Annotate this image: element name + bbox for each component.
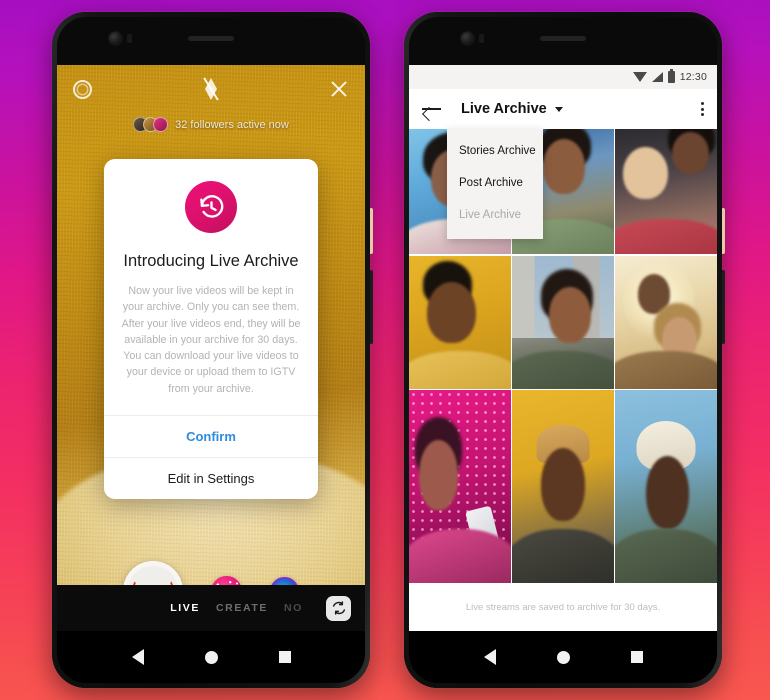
grid-item[interactable] <box>512 255 614 389</box>
proximity-sensor-icon <box>479 34 484 43</box>
signal-icon <box>651 72 663 82</box>
grid-item[interactable] <box>409 255 511 389</box>
phone-bezel-top <box>57 17 365 65</box>
mode-tab-normal[interactable]: NO <box>284 602 310 614</box>
footer-note-label: Live streams are saved to archive for 30… <box>465 601 661 613</box>
dropdown-item-live-archive[interactable]: Live Archive <box>447 199 543 231</box>
live-camera-screen: 32 followers active now LIVE CREATE NO I… <box>57 65 365 631</box>
nav-recents-icon[interactable] <box>278 651 291 663</box>
earpiece-speaker <box>188 36 234 41</box>
nav-home-icon[interactable] <box>556 650 570 664</box>
phone-bezel-top <box>409 17 717 65</box>
avatar-group <box>133 117 169 132</box>
chevron-down-icon[interactable] <box>554 106 563 112</box>
history-restore-icon <box>185 181 237 233</box>
grid-item[interactable] <box>615 390 717 583</box>
grid-item[interactable] <box>615 255 717 389</box>
app-bar: Live Archive <box>409 89 717 129</box>
edit-in-settings-button[interactable]: Edit in Settings <box>104 456 318 499</box>
wifi-icon <box>632 72 647 82</box>
nav-back-icon[interactable] <box>131 649 144 665</box>
flash-off-icon[interactable] <box>202 77 219 101</box>
proximity-sensor-icon <box>127 34 132 43</box>
nav-home-icon[interactable] <box>204 650 218 664</box>
dialog-title: Introducing Live Archive <box>123 252 299 270</box>
page-title: Live Archive <box>461 101 547 117</box>
camera-top-bar <box>57 65 365 113</box>
confirm-button[interactable]: Confirm <box>104 414 318 457</box>
dialog-body: Now your live videos will be kept in you… <box>121 285 301 395</box>
back-arrow-icon[interactable] <box>422 101 441 117</box>
front-camera-icon <box>109 32 122 45</box>
gear-icon[interactable] <box>73 79 92 99</box>
nav-back-icon[interactable] <box>483 649 496 665</box>
close-icon[interactable] <box>329 79 349 99</box>
camera-mode-bar: LIVE CREATE NO <box>57 585 365 631</box>
grid-item[interactable] <box>615 129 717 254</box>
clock-label: 12:30 <box>679 71 707 83</box>
nav-recents-icon[interactable] <box>630 651 643 663</box>
grid-item[interactable] <box>409 390 511 583</box>
overflow-menu-icon[interactable] <box>701 102 704 116</box>
grid-item[interactable] <box>512 390 614 583</box>
mode-tab-live[interactable]: LIVE <box>170 602 200 614</box>
battery-icon <box>667 69 675 83</box>
front-camera-icon <box>461 32 474 45</box>
live-archive-screen: 12:30 Live Archive Stories Archive Post … <box>409 65 717 631</box>
phone-left: 32 followers active now LIVE CREATE NO I… <box>52 12 373 688</box>
avatar <box>153 117 169 132</box>
status-bar: 12:30 <box>409 65 717 89</box>
earpiece-speaker <box>540 36 586 41</box>
archive-footer-note: Live streams are saved to archive for 30… <box>409 583 717 631</box>
dropdown-item-post-archive[interactable]: Post Archive <box>447 167 543 199</box>
android-nav-bar <box>409 631 717 683</box>
phone-right: 12:30 Live Archive Stories Archive Post … <box>404 12 725 688</box>
archive-type-dropdown: Stories Archive Post Archive Live Archiv… <box>447 129 543 239</box>
mode-tab-create[interactable]: CREATE <box>216 602 268 614</box>
dropdown-item-stories-archive[interactable]: Stories Archive <box>447 135 543 167</box>
android-nav-bar <box>57 631 365 683</box>
live-archive-dialog: Introducing Live Archive Now your live v… <box>104 159 318 499</box>
flip-camera-icon[interactable] <box>326 595 351 621</box>
followers-count-label: 32 followers active now <box>175 118 289 131</box>
promo-stage: 32 followers active now LIVE CREATE NO I… <box>0 0 770 700</box>
followers-status: 32 followers active now <box>57 117 365 132</box>
